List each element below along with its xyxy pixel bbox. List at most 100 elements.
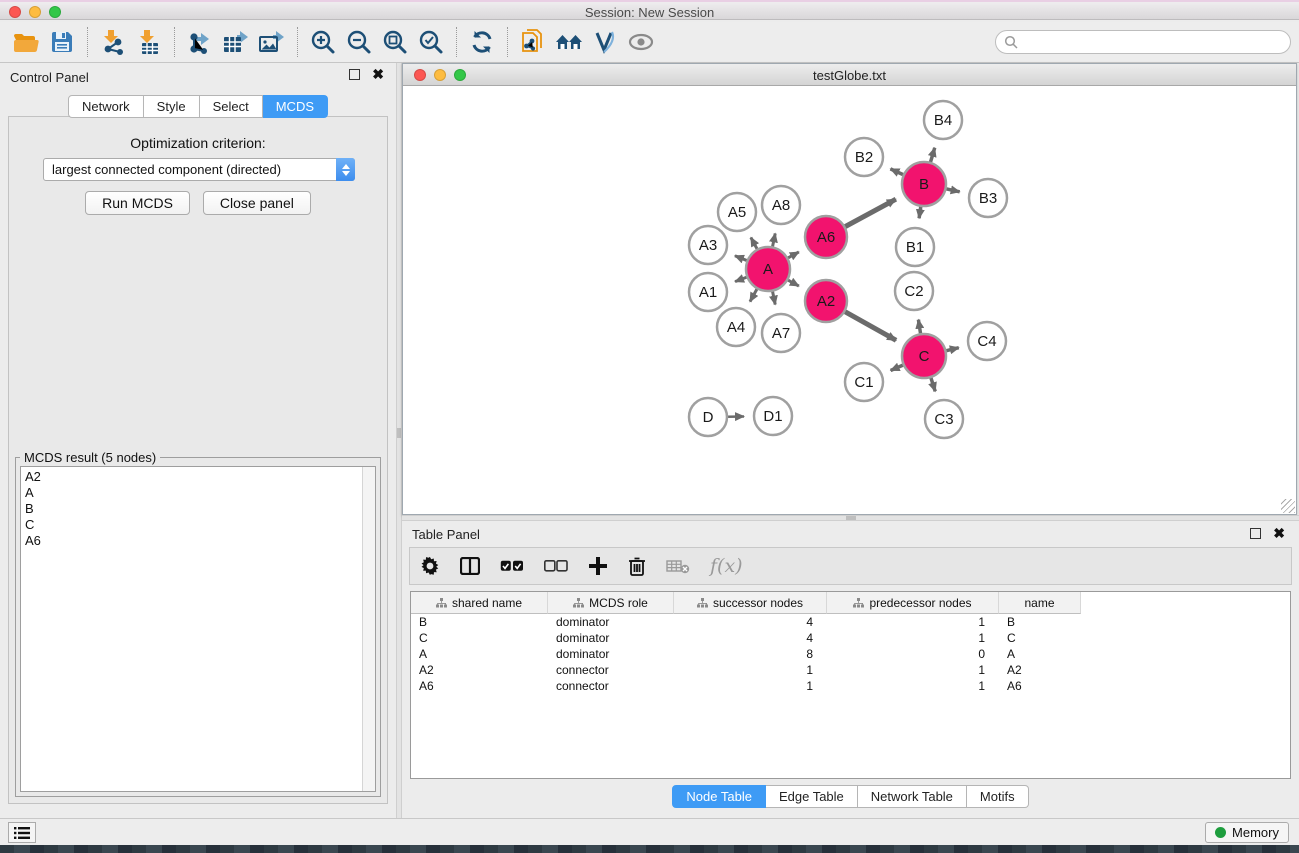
column-header-shared-name[interactable]: shared name	[411, 592, 548, 614]
graph-edge-A6-B[interactable]	[844, 199, 895, 227]
tab-node-table[interactable]: Node Table	[672, 785, 766, 808]
graph-edge-B-B4[interactable]	[930, 148, 934, 163]
table-cell[interactable]: 1	[827, 614, 999, 630]
table-cell[interactable]: B	[411, 614, 548, 630]
graph-edge-A-A8[interactable]	[772, 233, 775, 247]
refresh-button[interactable]	[464, 25, 500, 59]
table-cell[interactable]: B	[999, 614, 1081, 630]
graph-edge-A-A6[interactable]	[787, 252, 799, 258]
graph-edge-A-A7[interactable]	[772, 291, 775, 305]
import-table-button[interactable]	[131, 25, 167, 59]
graph-edge-C-C4[interactable]	[945, 348, 958, 351]
show-graphics-details-button[interactable]	[623, 25, 659, 59]
graph-edge-A-A1[interactable]	[735, 277, 747, 282]
select-all-rows-icon[interactable]	[500, 560, 524, 572]
run-mcds-button[interactable]: Run MCDS	[85, 191, 190, 215]
export-image-button[interactable]	[254, 25, 290, 59]
table-cell[interactable]: dominator	[548, 614, 674, 630]
graph-edge-B-B1[interactable]	[919, 206, 921, 219]
table-cell[interactable]: A2	[411, 662, 548, 678]
table-cell[interactable]: 1	[827, 630, 999, 646]
close-table-panel-icon[interactable]: ✖	[1273, 528, 1285, 539]
table-cell[interactable]: connector	[548, 678, 674, 694]
network-window-titlebar[interactable]: testGlobe.txt	[403, 64, 1296, 86]
show-columns-icon[interactable]	[460, 557, 480, 575]
graph-edge-A-A2[interactable]	[787, 280, 799, 286]
table-row[interactable]: Adominator80A	[411, 646, 1290, 662]
export-network-button[interactable]	[182, 25, 218, 59]
window-resize-grip[interactable]	[1281, 499, 1295, 513]
new-network-from-selection-button[interactable]	[515, 25, 551, 59]
task-history-button[interactable]	[8, 822, 36, 843]
graph-edge-C-C1[interactable]	[891, 365, 904, 371]
zoom-fit-button[interactable]	[377, 25, 413, 59]
graph-edge-A-A3[interactable]	[735, 256, 748, 261]
table-row[interactable]: Bdominator41B	[411, 614, 1290, 630]
delete-column-icon[interactable]	[628, 556, 646, 576]
criterion-dropdown[interactable]: largest connected component (directed)	[43, 158, 355, 181]
table-cell[interactable]: C	[411, 630, 548, 646]
deselect-all-rows-icon[interactable]	[544, 560, 568, 572]
zoom-out-button[interactable]	[341, 25, 377, 59]
open-file-button[interactable]	[8, 25, 44, 59]
result-scrollbar[interactable]	[362, 467, 375, 791]
add-column-icon[interactable]	[588, 556, 608, 576]
table-cell[interactable]: dominator	[548, 630, 674, 646]
table-cell[interactable]: 1	[674, 662, 827, 678]
table-cell[interactable]: 1	[827, 678, 999, 694]
graph-edge-A-A4[interactable]	[750, 288, 757, 301]
column-header-MCDS-role[interactable]: MCDS role	[548, 592, 674, 614]
float-table-panel-icon[interactable]	[1250, 528, 1261, 539]
table-cell[interactable]: 4	[674, 630, 827, 646]
table-cell[interactable]: dominator	[548, 646, 674, 662]
table-cell[interactable]: A	[411, 646, 548, 662]
table-cell[interactable]: A6	[411, 678, 548, 694]
network-canvas[interactable]: AA6A2BCA1A3A4A5A7A8B1B2B3B4C1C2C3C4DD1	[403, 87, 1296, 514]
tab-mcds[interactable]: MCDS	[263, 95, 328, 118]
shared-column-icon	[573, 598, 584, 608]
tab-motifs[interactable]: Motifs	[967, 785, 1029, 808]
zoom-selected-button[interactable]	[413, 25, 449, 59]
table-cell[interactable]: 8	[674, 646, 827, 662]
import-network-button[interactable]	[95, 25, 131, 59]
tab-network-table[interactable]: Network Table	[858, 785, 967, 808]
memory-button[interactable]: Memory	[1205, 822, 1289, 843]
tab-select[interactable]: Select	[200, 95, 263, 118]
graph-edge-C-C3[interactable]	[931, 377, 936, 391]
table-row[interactable]: A2connector11A2	[411, 662, 1290, 678]
table-cell[interactable]: 1	[674, 678, 827, 694]
table-cell[interactable]: A2	[999, 662, 1081, 678]
search-input[interactable]	[1023, 35, 1282, 50]
close-panel-button[interactable]: Close panel	[203, 191, 311, 215]
table-row[interactable]: A6connector11A6	[411, 678, 1290, 694]
mcds-result-list[interactable]: A2ABCA6	[20, 466, 376, 792]
graph-edge-B-B2[interactable]	[890, 169, 903, 175]
column-header-successor-nodes[interactable]: successor nodes	[674, 592, 827, 614]
table-cell[interactable]: 0	[827, 646, 999, 662]
tab-network[interactable]: Network	[68, 95, 144, 118]
graph-edge-B-B3[interactable]	[945, 189, 959, 192]
save-session-button[interactable]	[44, 25, 80, 59]
tab-edge-table[interactable]: Edge Table	[766, 785, 858, 808]
level-of-detail-button[interactable]	[587, 25, 623, 59]
table-settings-gear-icon[interactable]	[420, 556, 440, 576]
tab-style[interactable]: Style	[144, 95, 200, 118]
first-neighbors-button[interactable]	[551, 25, 587, 59]
graph-edge-A2-C[interactable]	[844, 311, 896, 340]
column-header-name[interactable]: name	[999, 592, 1081, 614]
table-cell[interactable]: 4	[674, 614, 827, 630]
graph-node-label-B2: B2	[855, 149, 873, 166]
table-cell[interactable]: A6	[999, 678, 1081, 694]
table-cell[interactable]: A	[999, 646, 1081, 662]
export-table-button[interactable]	[218, 25, 254, 59]
column-header-predecessor-nodes[interactable]: predecessor nodes	[827, 592, 999, 614]
table-cell[interactable]: connector	[548, 662, 674, 678]
zoom-in-button[interactable]	[305, 25, 341, 59]
table-cell[interactable]: C	[999, 630, 1081, 646]
graph-edge-C-C2[interactable]	[918, 320, 920, 335]
table-cell[interactable]: 1	[827, 662, 999, 678]
graph-edge-A-A5[interactable]	[751, 237, 758, 249]
float-panel-icon[interactable]	[349, 69, 360, 80]
table-row[interactable]: Cdominator41C	[411, 630, 1290, 646]
close-panel-icon[interactable]: ✖	[372, 69, 384, 80]
